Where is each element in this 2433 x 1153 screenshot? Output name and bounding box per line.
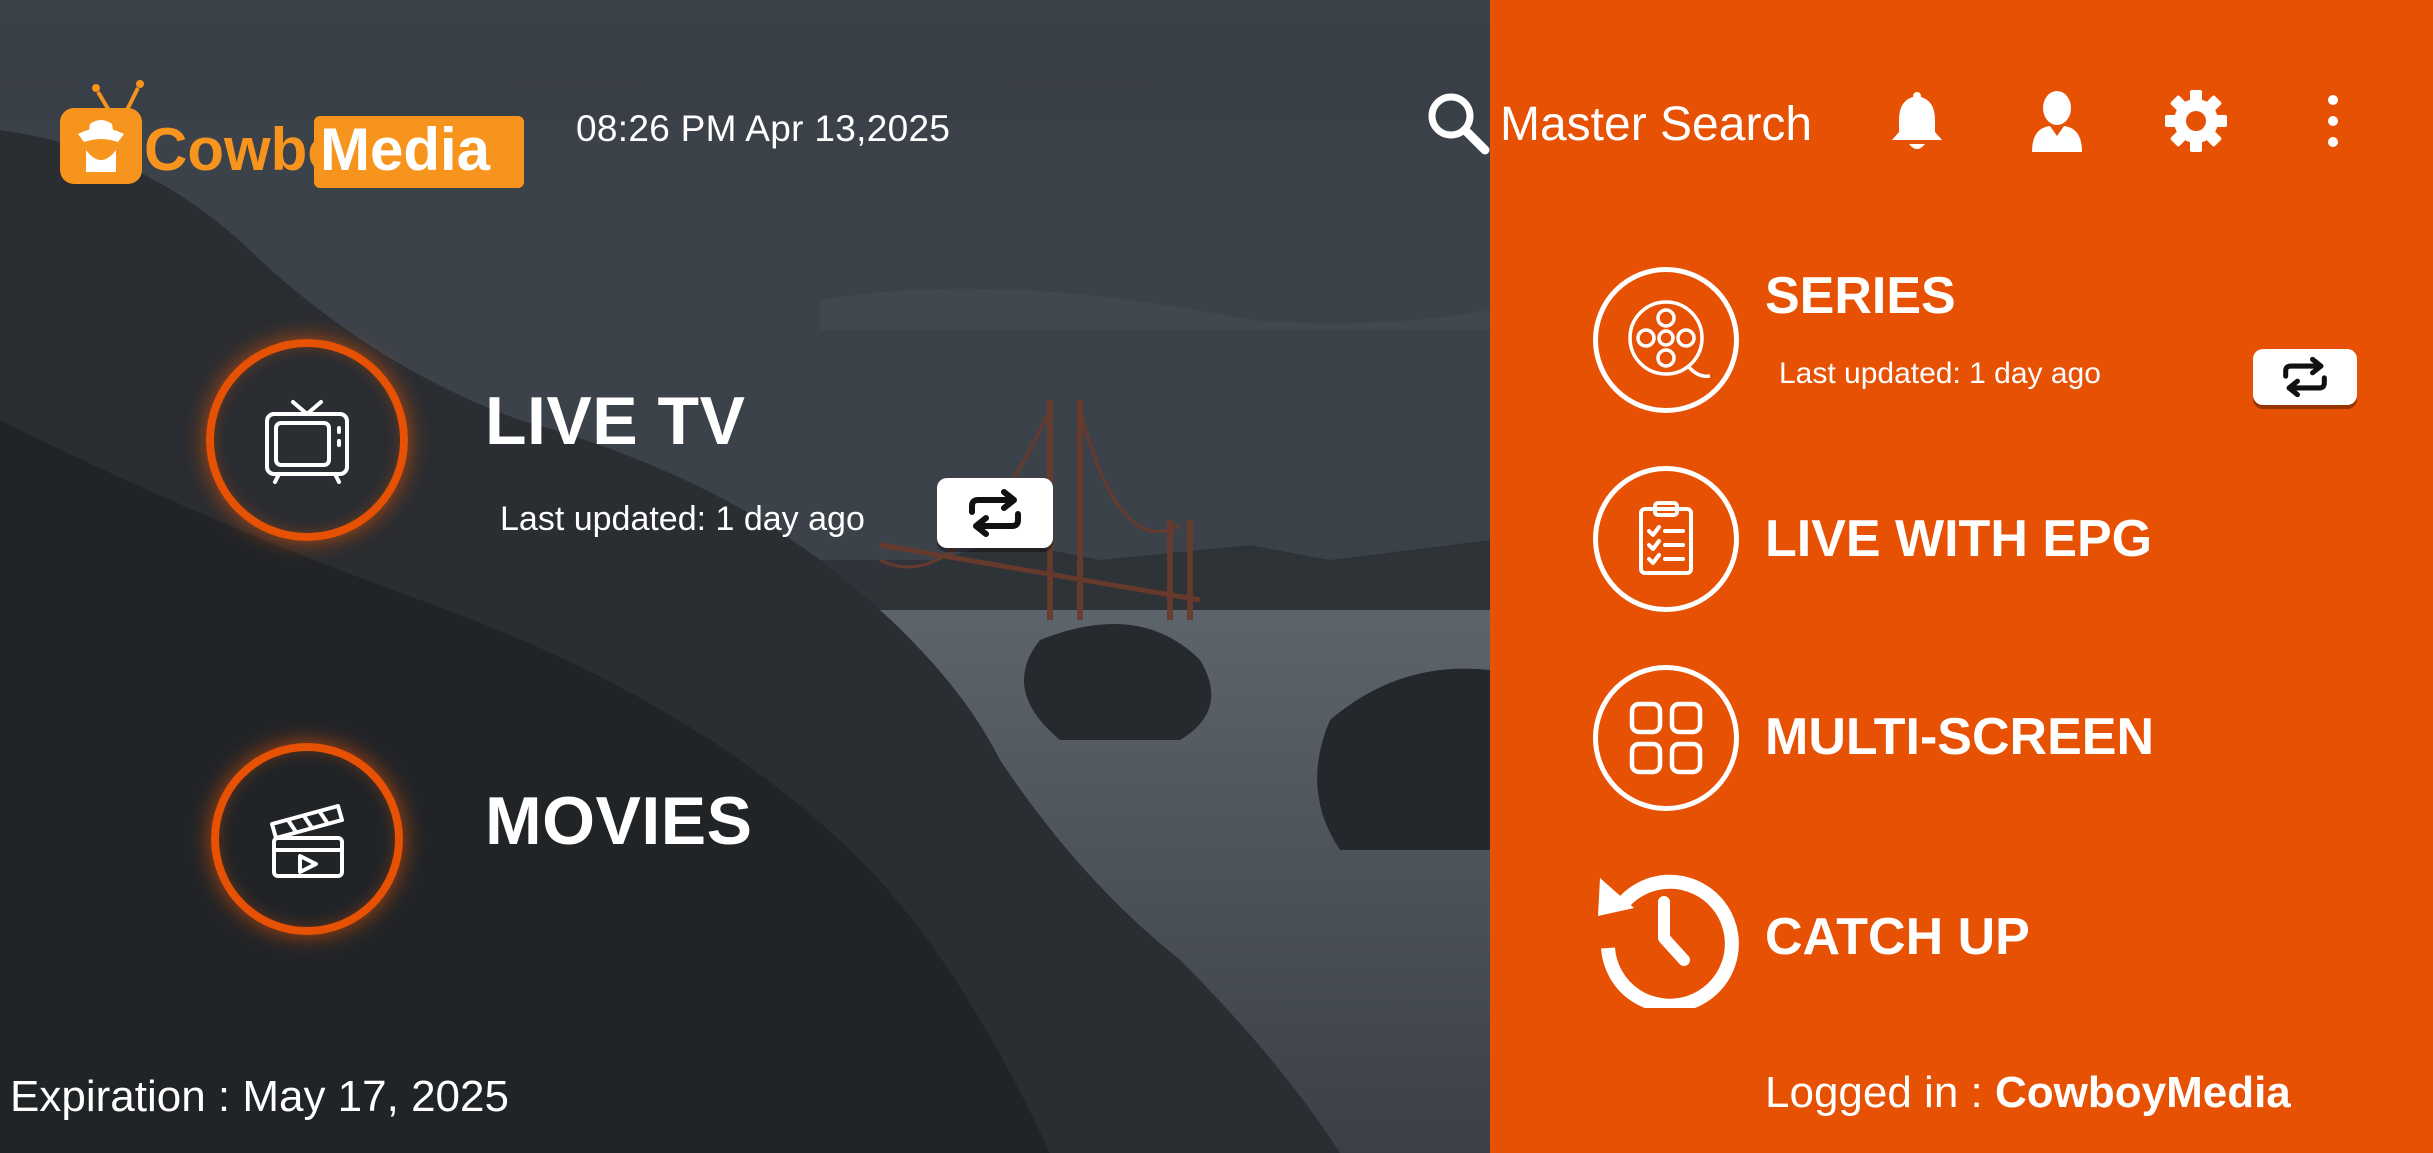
clipboard-check-icon [1639, 501, 1693, 575]
live-with-epg-title[interactable]: LIVE WITH EPG [1765, 509, 2152, 569]
logged-in-status: Logged in : CowboyMedia [1765, 1068, 2291, 1118]
series-title[interactable]: SERIES [1765, 266, 1956, 326]
live-tv-refresh-button[interactable] [937, 478, 1053, 548]
clapperboard-icon [270, 804, 344, 878]
tv-icon [265, 400, 349, 484]
logged-in-username: CowboyMedia [1994, 1068, 2291, 1117]
multi-screen-title[interactable]: MULTI-SCREEN [1765, 707, 2154, 767]
logged-in-label: Logged in : [1765, 1068, 1995, 1117]
bell-icon[interactable] [1888, 88, 1946, 154]
current-datetime: 08:26 PM Apr 13,2025 [576, 108, 951, 149]
more-vertical-icon[interactable] [2318, 88, 2348, 154]
expiration-date: Expiration : May 17, 2025 [10, 1072, 509, 1121]
movies-title[interactable]: MOVIES [485, 782, 753, 860]
catch-up-title[interactable]: CATCH UP [1765, 907, 2030, 967]
film-reel-icon [1628, 300, 1711, 379]
live-tv-title[interactable]: LIVE TV [485, 382, 745, 460]
refresh-icon [2283, 356, 2327, 398]
live-tv-tile[interactable] [206, 339, 408, 541]
cowboy-media-logo: Cowboy Media [60, 80, 524, 188]
home-panel: Cowboy Media 08:26 PM Apr 13,2025 LIVE T… [0, 0, 1490, 1153]
gear-icon[interactable] [2163, 88, 2229, 154]
refresh-icon [969, 489, 1021, 537]
user-icon[interactable] [2030, 88, 2084, 154]
series-last-updated: Last updated: 1 day ago [1779, 357, 2101, 390]
logo-text-media: Media [320, 116, 491, 183]
live-tv-last-updated: Last updated: 1 day ago [500, 500, 865, 538]
search-icon[interactable] [1425, 90, 1491, 156]
grid-icon [1629, 701, 1703, 775]
catch-up-tile[interactable] [1590, 858, 1740, 1008]
history-icon [1598, 874, 1739, 1008]
live-with-epg-tile[interactable] [1593, 466, 1739, 612]
multi-screen-tile[interactable] [1593, 665, 1739, 811]
master-search-label[interactable]: Master Search [1500, 97, 1812, 152]
series-refresh-button[interactable] [2253, 349, 2357, 405]
movies-tile[interactable] [211, 743, 403, 935]
series-tile[interactable] [1593, 267, 1739, 413]
